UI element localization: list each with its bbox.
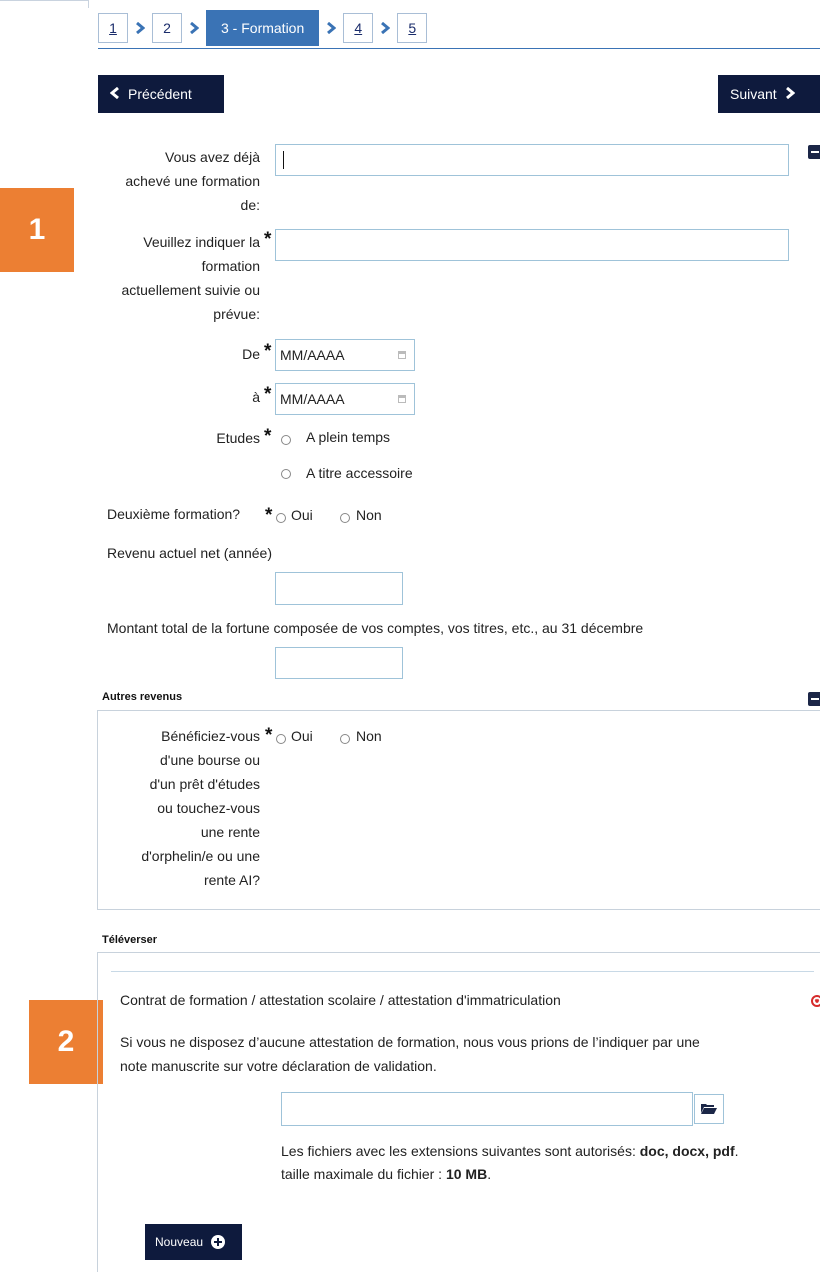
- from-date-input[interactable]: MM/AAAA: [275, 339, 415, 371]
- label-line: Bénéficiez-vous: [161, 728, 260, 744]
- chevron-right-icon: [373, 22, 397, 34]
- required-asterisk: *: [265, 505, 273, 526]
- radio-second-yes-label: Oui: [291, 507, 313, 523]
- income-input[interactable]: [275, 572, 403, 605]
- label-line: achevé une formation: [125, 173, 260, 189]
- upload-title: Téléverser: [102, 934, 158, 946]
- step-4[interactable]: 4: [343, 13, 374, 43]
- max-file-size: taille maximale du fichier : 10 MB.: [281, 1166, 491, 1182]
- step-2[interactable]: 2: [152, 13, 182, 43]
- label-line: rente AI?: [203, 872, 260, 888]
- next-label: Suivant: [730, 86, 777, 102]
- allowed-extensions: Les fichiers avec les extensions suivant…: [281, 1143, 739, 1159]
- maxsize-prefix: taille maximale du fichier :: [281, 1166, 446, 1182]
- chevron-right-icon: [319, 22, 343, 34]
- radio-second-yes[interactable]: [276, 510, 286, 526]
- to-date-placeholder: MM/AAAA: [280, 391, 345, 407]
- folder-open-icon: [701, 1101, 717, 1117]
- label-line: Veuillez indiquer la: [143, 234, 260, 250]
- current-training-label: Veuillez indiquer la formation actuellem…: [90, 230, 260, 326]
- chevron-right-icon: [128, 22, 152, 34]
- radio-other-income-no-label: Non: [356, 728, 382, 744]
- top-border: [0, 0, 88, 1]
- extensions-suffix: .: [734, 1143, 739, 1159]
- label-line: prévue:: [213, 306, 260, 322]
- income-label: Revenu actuel net (année): [107, 545, 272, 561]
- previous-label: Précédent: [128, 86, 192, 102]
- label-line: une rente: [200, 824, 260, 840]
- to-label: à: [252, 389, 260, 405]
- calendar-icon[interactable]: [398, 395, 406, 403]
- label-line: de:: [240, 197, 260, 213]
- to-date-input[interactable]: MM/AAAA: [275, 383, 415, 415]
- step-3-active[interactable]: 3 - Formation: [206, 10, 320, 46]
- collapse-minus-icon[interactable]: [808, 145, 820, 159]
- upload-divider: [111, 971, 814, 972]
- previous-button[interactable]: Précédent: [98, 75, 224, 113]
- annotation-badge-1: 1: [0, 188, 74, 272]
- radio-second-no-label: Non: [356, 507, 382, 523]
- label-line: ou touchez-vous: [157, 800, 260, 816]
- chevron-right-icon: [785, 86, 796, 102]
- file-path-input[interactable]: [281, 1092, 693, 1126]
- label-line: actuellement suivie ou: [121, 282, 260, 298]
- radio-part-time-label: A titre accessoire: [306, 465, 413, 481]
- current-training-input[interactable]: [275, 229, 789, 261]
- extensions-prefix: Les fichiers avec les extensions suivant…: [281, 1143, 640, 1159]
- completed-training-input[interactable]: [275, 144, 789, 176]
- label-line: formation: [201, 258, 260, 274]
- fortune-label: Montant total de la fortune composée de …: [107, 620, 644, 636]
- required-asterisk: *: [264, 384, 272, 405]
- label-line: Vous avez déjà: [165, 149, 260, 165]
- upload-note-line-1: Si vous ne disposez d’aucune attestation…: [120, 1034, 700, 1050]
- annotation-badge-2: 2: [29, 1000, 103, 1084]
- from-date-placeholder: MM/AAAA: [280, 347, 345, 363]
- steps-underline: [98, 48, 820, 49]
- radio-full-time[interactable]: [281, 432, 291, 448]
- completed-training-label: Vous avez déjà achevé une formation de:: [100, 145, 260, 217]
- studies-label: Etudes: [216, 430, 260, 446]
- label-line: d'une bourse ou: [160, 752, 260, 768]
- radio-part-time[interactable]: [281, 466, 291, 482]
- collapse-minus-icon[interactable]: [808, 692, 820, 706]
- chevron-right-icon: [182, 22, 206, 34]
- required-asterisk: *: [264, 229, 272, 250]
- next-button[interactable]: Suivant: [718, 75, 820, 113]
- label-line: d'orphelin/e ou une: [141, 848, 260, 864]
- browse-button[interactable]: [694, 1094, 724, 1124]
- required-asterisk: *: [265, 725, 273, 746]
- radio-other-income-yes-label: Oui: [291, 728, 313, 744]
- extensions-list: doc, docx, pdf: [639, 1143, 735, 1159]
- radio-other-income-no[interactable]: [340, 731, 350, 747]
- from-label: De: [242, 346, 260, 362]
- upload-note-line-2: note manuscrite sur votre déclaration de…: [120, 1058, 437, 1074]
- remove-circle-icon[interactable]: [811, 995, 820, 1007]
- upload-document-label: Contrat de formation / attestation scola…: [120, 992, 561, 1008]
- new-upload-button[interactable]: Nouveau: [145, 1224, 242, 1260]
- other-income-title: Autres revenus: [102, 691, 183, 703]
- plus-circle-icon: [211, 1235, 226, 1249]
- radio-second-no[interactable]: [340, 510, 350, 526]
- label-line: d'un prêt d'études: [149, 776, 260, 792]
- calendar-icon[interactable]: [398, 351, 406, 359]
- top-border-tick: [88, 0, 89, 8]
- second-training-label: Deuxième formation?: [107, 506, 241, 522]
- required-asterisk: *: [264, 341, 272, 362]
- fortune-input[interactable]: [275, 647, 403, 679]
- maxsize-suffix: .: [487, 1166, 492, 1182]
- radio-full-time-label: A plein temps: [306, 429, 391, 445]
- required-asterisk: *: [264, 426, 272, 447]
- radio-other-income-yes[interactable]: [276, 731, 286, 747]
- new-upload-label: Nouveau: [155, 1235, 204, 1249]
- chevron-left-icon: [109, 86, 120, 102]
- text-caret: [283, 151, 284, 169]
- wizard-steps: 1 2 3 - Formation 4 5: [98, 10, 428, 46]
- step-1[interactable]: 1: [98, 13, 128, 43]
- maxsize-value: 10 MB: [445, 1166, 488, 1182]
- other-income-question: Bénéficiez-vous d'une bourse ou d'un prê…: [100, 724, 260, 892]
- step-5[interactable]: 5: [397, 13, 428, 43]
